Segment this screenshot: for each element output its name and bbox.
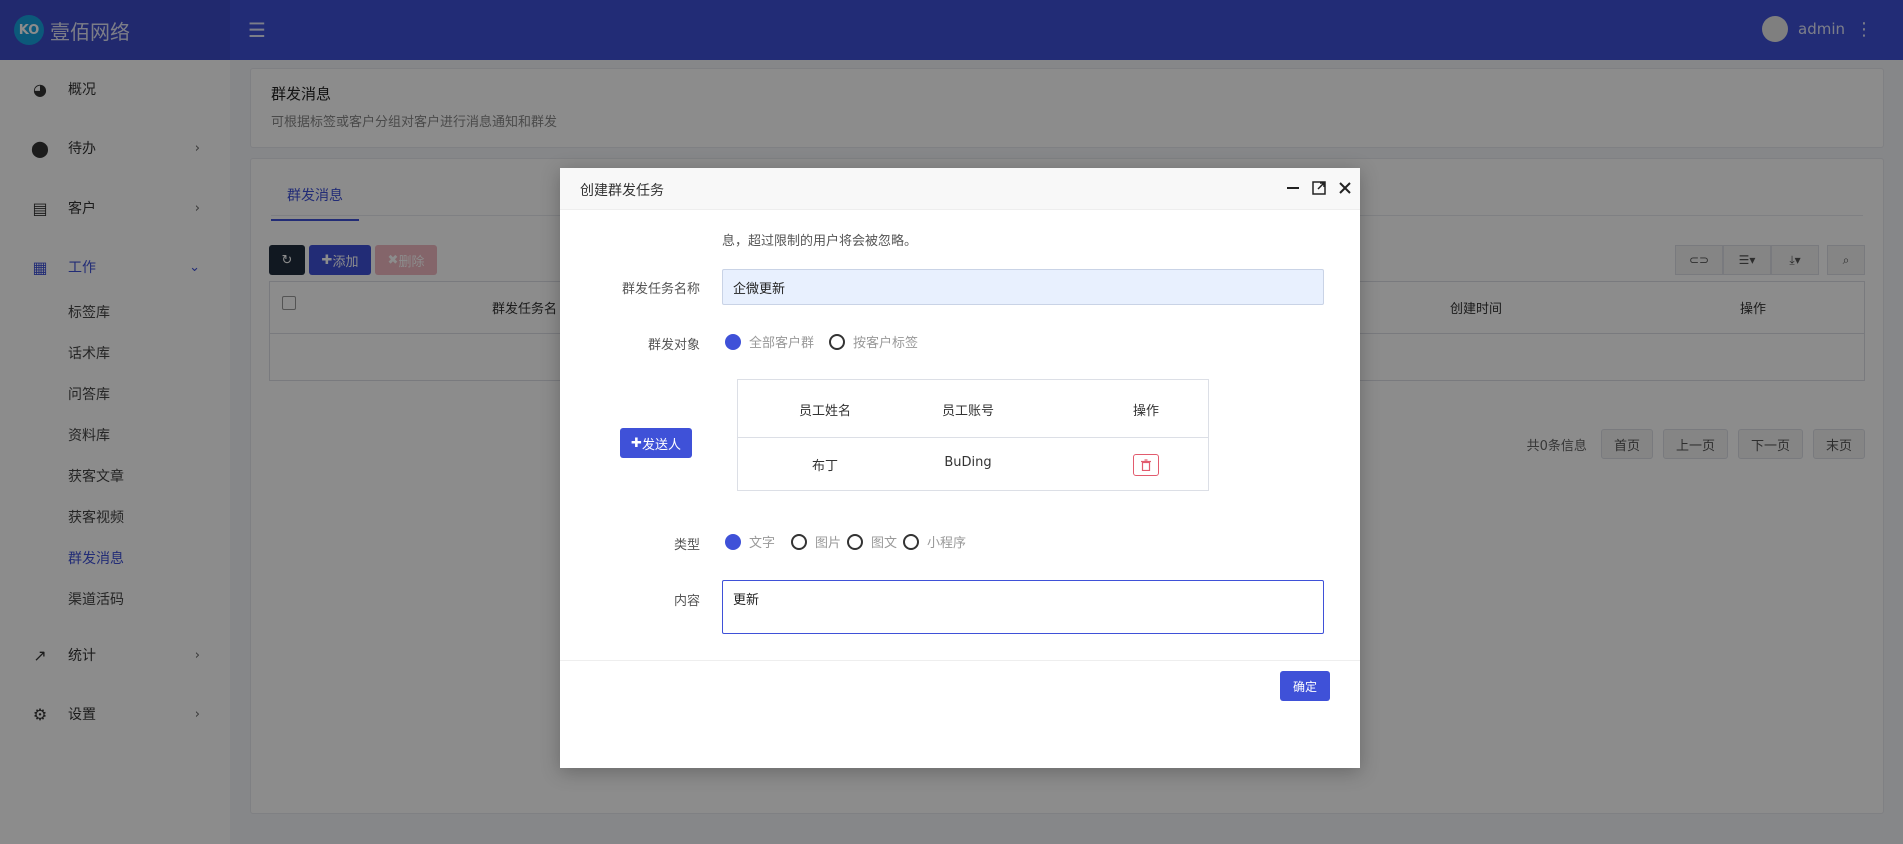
- task-name-label: 群发任务名称: [621, 282, 700, 297]
- staff-account-cell: BuDing: [944, 455, 992, 470]
- staff-name-cell: 布丁: [811, 459, 838, 474]
- maximize-icon: [1312, 181, 1326, 195]
- radio-unchecked-icon: [903, 533, 919, 550]
- radio-checked-icon: [725, 333, 741, 350]
- type-image-radio[interactable]: 图片: [791, 532, 841, 551]
- type-miniprogram-radio[interactable]: 小程序: [903, 532, 966, 551]
- minimize-icon: [1287, 187, 1299, 189]
- content-label: 内容: [673, 594, 700, 609]
- radio-unchecked-icon: [847, 533, 863, 550]
- add-sender-label: 发送人: [641, 437, 681, 453]
- staff-table: 员工姓名 员工账号 操作 布丁 BuDing: [737, 379, 1209, 491]
- task-name-input[interactable]: [722, 269, 1324, 305]
- column-staff-actions: 操作: [1132, 404, 1159, 419]
- target-all-groups-radio[interactable]: 全部客户群: [725, 332, 814, 351]
- maximize-button[interactable]: [1309, 178, 1329, 198]
- radio-label: 图文: [871, 536, 898, 551]
- type-article-radio[interactable]: 图文: [847, 532, 897, 551]
- type-label: 类型: [673, 538, 700, 553]
- radio-label: 图片: [815, 536, 842, 551]
- radio-label: 按客户标签: [853, 336, 919, 351]
- radio-label: 全部客户群: [749, 336, 815, 351]
- radio-checked-icon: [725, 533, 741, 550]
- radio-label: 文字: [749, 536, 776, 551]
- add-sender-button[interactable]: ✚ 发送人: [620, 428, 692, 458]
- column-staff-name: 员工姓名: [798, 404, 851, 419]
- target-by-tag-radio[interactable]: 按客户标签: [829, 332, 918, 351]
- radio-unchecked-icon: [829, 333, 845, 350]
- create-task-dialog: 创建群发任务 息，超过限制的用户将会被忽略。 群发任务名称 群发对象 全部客户群…: [560, 168, 1360, 768]
- content-textarea[interactable]: 更新: [722, 580, 1324, 634]
- dialog-footer: 确定: [560, 660, 1360, 768]
- remove-staff-button[interactable]: [1133, 454, 1159, 476]
- close-icon: [1339, 182, 1351, 194]
- plus-icon: ✚: [631, 435, 642, 451]
- dialog-header: 创建群发任务: [560, 168, 1360, 210]
- dialog-title: 创建群发任务: [580, 183, 664, 199]
- dialog-body: 息，超过限制的用户将会被忽略。 群发任务名称 群发对象 全部客户群 按客户标签 …: [560, 210, 1360, 660]
- trash-icon: [1141, 459, 1151, 471]
- notice-text: 息，超过限制的用户将会被忽略。: [722, 234, 918, 249]
- radio-unchecked-icon: [791, 533, 807, 550]
- close-button[interactable]: [1335, 178, 1355, 198]
- minimize-button[interactable]: [1283, 178, 1303, 198]
- confirm-button[interactable]: 确定: [1280, 671, 1330, 701]
- type-text-radio[interactable]: 文字: [725, 532, 775, 551]
- radio-label: 小程序: [927, 536, 967, 551]
- column-staff-account: 员工账号: [941, 404, 994, 419]
- target-label: 群发对象: [647, 338, 700, 353]
